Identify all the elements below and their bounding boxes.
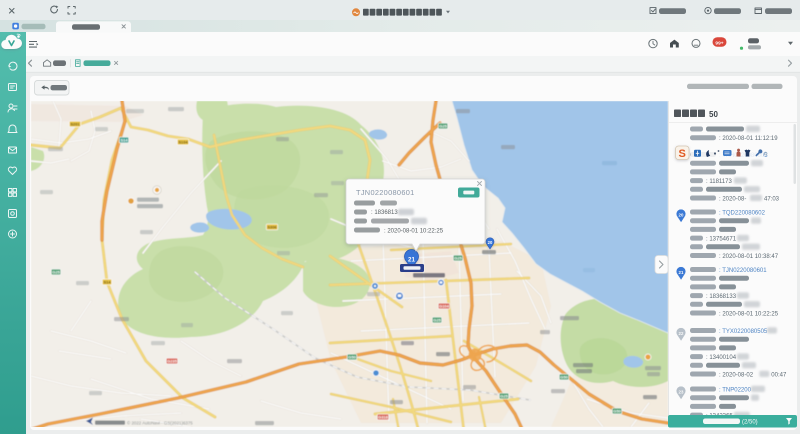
svg-text:G235: G235 — [167, 359, 178, 364]
svg-text:S14: S14 — [103, 280, 111, 285]
svg-text:TJN0220080601: TJN0220080601 — [356, 188, 415, 197]
svg-text:: 2020-08-01 11:12:19: : 2020-08-01 11:12:19 — [719, 136, 778, 142]
svg-text:G25: G25 — [454, 256, 462, 261]
svg-text:S306: S306 — [267, 225, 277, 230]
svg-text:: 2020-08-01 10:22:25: : 2020-08-01 10:22:25 — [384, 228, 444, 234]
svg-text:50: 50 — [709, 110, 718, 119]
svg-text:S104: S104 — [178, 140, 188, 145]
svg-text:20: 20 — [679, 213, 684, 218]
svg-text:G318: G318 — [378, 415, 389, 420]
svg-text:: TJN0220080601: : TJN0220080601 — [719, 268, 767, 274]
svg-text:: 13400104: : 13400104 — [706, 355, 737, 361]
svg-text:21: 21 — [408, 257, 415, 264]
svg-text:00:47: 00:47 — [771, 372, 787, 378]
svg-text:23: 23 — [679, 390, 684, 395]
svg-text:: 2020-08-01 10:22:25: : 2020-08-01 10:22:25 — [719, 311, 779, 317]
svg-text:© 2022 AutoNavi - GS(2021)6375: © 2022 AutoNavi - GS(2021)6375 — [127, 420, 193, 425]
svg-text:: 1836813: : 1836813 — [371, 210, 398, 216]
svg-text:: 18368133: : 18368133 — [706, 294, 737, 300]
svg-text:47:03: 47:03 — [764, 196, 780, 202]
svg-text:: TYX0220080505: : TYX0220080505 — [719, 329, 768, 335]
svg-text:: 1181173: : 1181173 — [706, 179, 732, 185]
svg-text:G50: G50 — [560, 375, 568, 380]
svg-text:20: 20 — [488, 240, 493, 245]
svg-text:21: 21 — [679, 270, 684, 275]
svg-text:: 2020-08-02: : 2020-08-02 — [719, 372, 754, 378]
svg-text:(2/50): (2/50) — [742, 419, 758, 425]
svg-text:S: S — [679, 148, 686, 160]
svg-text:G50: G50 — [348, 355, 356, 360]
svg-text:: 2020-08-: : 2020-08- — [719, 196, 746, 202]
svg-text:: 13754671: : 13754671 — [706, 237, 737, 243]
svg-text:G104: G104 — [439, 304, 450, 309]
svg-text:: 2020-08-01 10:38:47: : 2020-08-01 10:38:47 — [719, 254, 779, 260]
svg-text:: TQD220080602: : TQD220080602 — [719, 210, 766, 216]
svg-text:G50: G50 — [613, 409, 621, 414]
svg-text:G25: G25 — [500, 394, 508, 399]
svg-text:S14: S14 — [120, 138, 128, 143]
svg-text:G25: G25 — [433, 318, 441, 323]
svg-text:99+: 99+ — [715, 40, 723, 46]
svg-text:22: 22 — [679, 331, 684, 336]
svg-text:: TNP02200: : TNP02200 — [719, 387, 752, 393]
svg-text:G25: G25 — [52, 270, 60, 275]
svg-text:S201: S201 — [70, 122, 80, 127]
svg-text:G25: G25 — [439, 124, 447, 129]
